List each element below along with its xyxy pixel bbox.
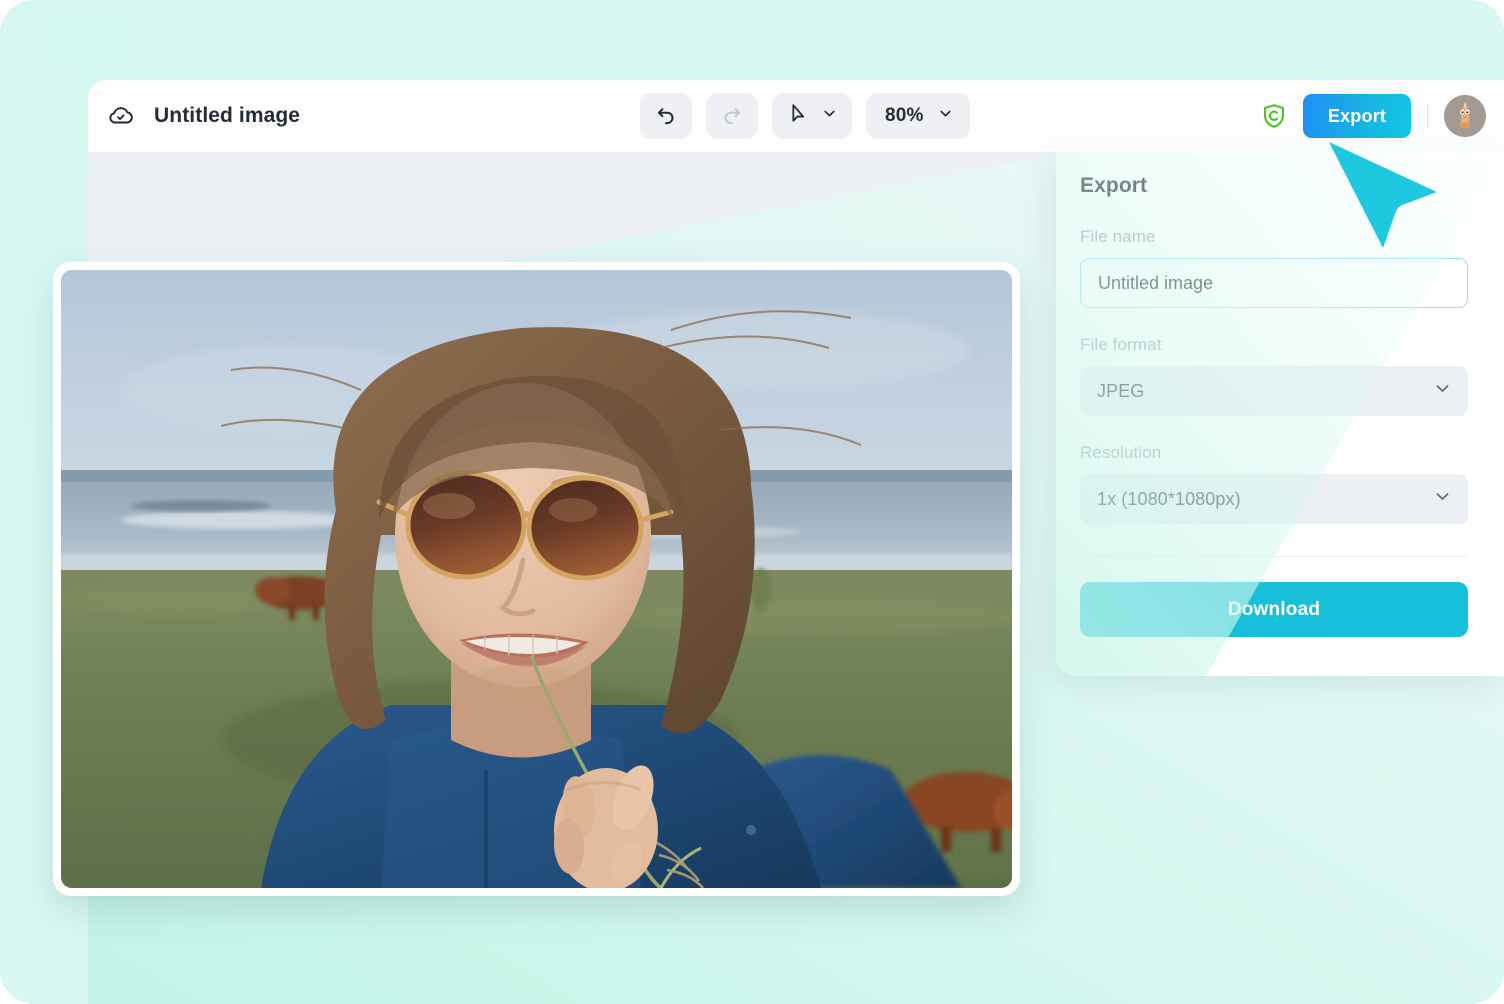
export-panel-content: Export File name File format JPEG Resolu… <box>1056 152 1504 637</box>
export-panel: Export File name File format JPEG Resolu… <box>1056 152 1504 676</box>
file-name-label: File name <box>1080 227 1156 246</box>
export-panel-title: Export <box>1080 174 1148 197</box>
toolbar-right-group: Export <box>1261 80 1486 152</box>
cursor-tool-selector[interactable] <box>772 93 852 139</box>
zoom-level-selector[interactable]: 80% <box>866 93 970 139</box>
canvas-photo <box>61 270 1012 888</box>
file-format-value: JPEG <box>1097 380 1145 401</box>
toolbar: Untitled image 80% Export <box>88 80 1504 152</box>
file-format-label: File format <box>1080 335 1162 354</box>
undo-button[interactable] <box>640 93 692 139</box>
chevron-down-icon <box>1434 488 1451 510</box>
field-spacer <box>1080 416 1480 443</box>
cloud-check-icon <box>106 101 136 131</box>
chevron-down-icon <box>822 106 837 126</box>
toolbar-center-group: 80% <box>640 80 970 152</box>
screenshot-root: Untitled image 80% Export Export File na… <box>0 0 1504 1004</box>
file-name-input[interactable] <box>1080 258 1468 308</box>
download-button[interactable]: Download <box>1080 582 1468 637</box>
field-spacer <box>1080 308 1480 335</box>
cursor-pointer-icon <box>787 102 810 130</box>
undo-arrow-icon <box>654 103 678 130</box>
resolution-value: 1x (1080*1080px) <box>1097 488 1241 509</box>
image-card[interactable] <box>53 262 1020 896</box>
export-button[interactable]: Export <box>1303 94 1411 138</box>
toolbar-left-group: Untitled image <box>88 101 300 131</box>
redo-arrow-icon <box>720 103 744 130</box>
chevron-down-icon <box>938 106 953 126</box>
redo-button[interactable] <box>706 93 758 139</box>
chevron-down-icon <box>1434 380 1451 402</box>
resolution-label: Resolution <box>1080 443 1162 462</box>
toolbar-divider <box>1427 103 1428 129</box>
shield-c-icon[interactable] <box>1261 103 1287 129</box>
zoom-level-value: 80% <box>885 105 924 126</box>
resolution-select[interactable]: 1x (1080*1080px) <box>1080 474 1468 524</box>
panel-divider <box>1080 556 1468 557</box>
user-avatar[interactable] <box>1444 95 1486 137</box>
file-format-select[interactable]: JPEG <box>1080 366 1468 416</box>
document-title: Untitled image <box>154 104 301 127</box>
